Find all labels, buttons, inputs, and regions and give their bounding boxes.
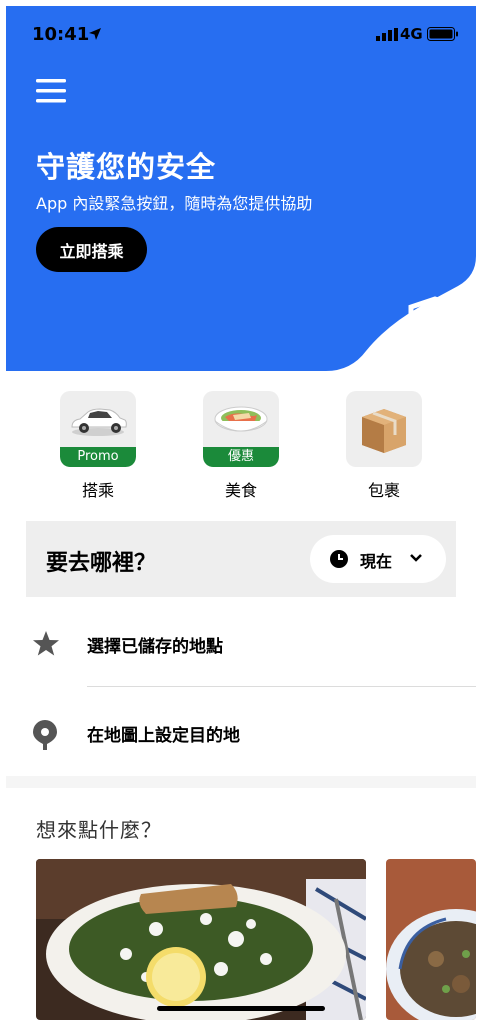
service-food-tile: 優惠 <box>203 391 279 467</box>
service-food-badge: 優惠 <box>203 447 279 467</box>
food-card-second[interactable] <box>386 859 476 1020</box>
battery-icon <box>427 27 458 41</box>
food-bowl-icon <box>214 406 268 432</box>
car-icon <box>71 408 127 436</box>
star-icon <box>33 631 59 656</box>
ride-now-button[interactable]: 立即搭乘 <box>36 227 147 272</box>
saved-places-row[interactable]: 選擇已儲存的地點 <box>6 608 476 678</box>
network-type: 4G <box>400 25 423 43</box>
status-time: 10:41 <box>32 24 90 45</box>
package-icon <box>362 409 406 453</box>
service-food[interactable]: 優惠 美食 <box>203 391 279 501</box>
chevron-down-icon <box>410 554 422 562</box>
where-to-prompt: 要去哪裡？ <box>46 551 157 576</box>
shield-icon[interactable] <box>406 296 464 360</box>
list-divider <box>87 686 476 687</box>
home-indicator <box>157 1006 325 1011</box>
service-food-label: 美食 <box>224 481 257 500</box>
hero-subtitle: App 內設緊急按鈕，隨時為您提供協助 <box>36 194 313 213</box>
food-card-salad[interactable] <box>36 859 366 1020</box>
food-section-title: 想來點什麼？ <box>36 818 162 842</box>
service-ride-label: 搭乘 <box>81 481 114 500</box>
hero-title: 守護您的安全 <box>36 150 217 184</box>
location-arrow-icon <box>89 28 101 40</box>
service-ride-badge: Promo <box>60 447 136 467</box>
app-screen: 10:41 4G 守護您的安全 App 內設緊急按鈕，隨時為您提供協助 立即搭乘 <box>6 6 476 1020</box>
status-bar: 10:41 4G <box>6 6 476 62</box>
schedule-time-selector[interactable]: 現在 <box>310 535 446 583</box>
cell-signal-icon <box>376 28 398 41</box>
hamburger-menu-icon[interactable] <box>36 79 66 103</box>
map-pin-icon <box>33 720 57 750</box>
dish-image <box>386 859 476 1020</box>
schedule-time-label: 現在 <box>360 552 393 571</box>
clock-icon <box>330 550 348 568</box>
section-separator <box>6 776 476 788</box>
service-package[interactable]: 包裹 <box>346 391 422 501</box>
salad-bowl-image <box>36 859 366 1020</box>
set-on-map-row[interactable]: 在地圖上設定目的地 <box>6 697 476 767</box>
set-on-map-label: 在地圖上設定目的地 <box>87 726 240 746</box>
saved-places-label: 選擇已儲存的地點 <box>87 637 223 657</box>
service-ride[interactable]: Promo 搭乘 <box>60 391 136 501</box>
service-package-label: 包裹 <box>367 481 400 500</box>
where-to-search[interactable]: 要去哪裡？ 現在 <box>26 521 456 597</box>
service-package-tile <box>346 391 422 467</box>
service-ride-tile: Promo <box>60 391 136 467</box>
